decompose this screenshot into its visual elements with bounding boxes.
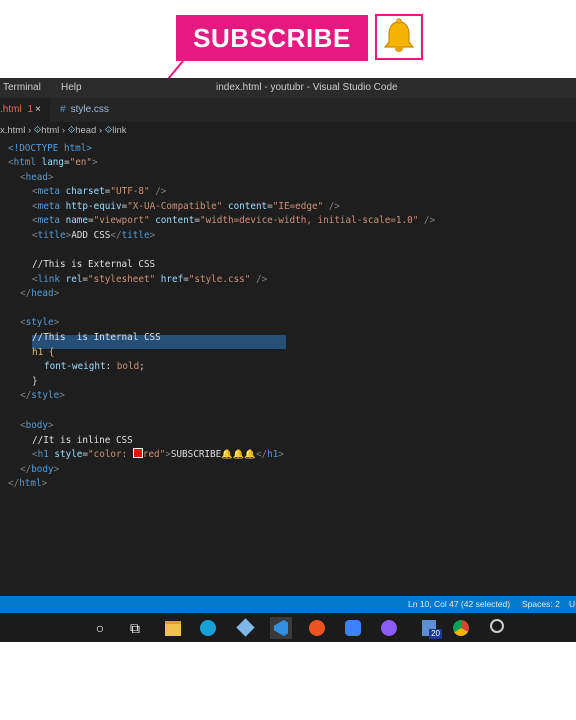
settings-icon[interactable]: [486, 617, 508, 639]
encoding-setting[interactable]: U: [569, 599, 575, 609]
tab-label: .html: [0, 104, 22, 115]
taskbar: ○ ⧉ 20: [0, 613, 576, 642]
code-line: <!DOCTYPE html>: [8, 143, 92, 154]
code-line: font-weight: bold;: [44, 361, 145, 372]
code-line: <style>: [20, 317, 60, 328]
tab-index-html[interactable]: .html 1 ×: [0, 98, 50, 122]
tab-style-css[interactable]: # style.css: [60, 98, 109, 122]
ubuntu-icon[interactable]: [306, 617, 328, 639]
breadcrumb-head[interactable]: head: [75, 125, 96, 136]
app-icon[interactable]: [342, 617, 364, 639]
code-line: </head>: [20, 288, 60, 299]
code-line: h1 {: [32, 347, 55, 358]
calendar-badge: 20: [429, 629, 442, 639]
breadcrumb-file[interactable]: x.html: [0, 125, 25, 136]
code-line: <body>: [20, 420, 54, 431]
3d-viewer-icon[interactable]: [234, 617, 256, 639]
task-view-icon[interactable]: ⧉: [124, 617, 146, 639]
vscode-icon[interactable]: [270, 617, 292, 639]
code-line: <meta http-equiv="X-UA-Compatible" conte…: [32, 201, 340, 212]
code-editor[interactable]: <!DOCTYPE html> <html lang="en"> <head> …: [0, 140, 576, 595]
close-icon[interactable]: ×: [35, 98, 41, 122]
status-bar: Ln 10, Col 47 (42 selected) Spaces: 2 U: [0, 596, 576, 613]
code-line: <meta charset="UTF-8" />: [32, 186, 167, 197]
subscribe-banner[interactable]: SUBSCRIBE: [176, 15, 368, 61]
code-line: <link rel="stylesheet" href="style.css" …: [32, 274, 268, 285]
code-line: }: [32, 376, 38, 387]
code-line: <html lang="en">: [8, 157, 98, 168]
vscode-window: Terminal Help index.html - youtubr - Vis…: [0, 78, 576, 642]
breadcrumb: x.html › ⟐html › ⟐head › ⟐link: [0, 125, 127, 139]
code-line: <title>ADD CSS</title>: [32, 230, 156, 241]
file-explorer-icon[interactable]: [162, 617, 184, 639]
code-line: //It is inline CSS: [32, 435, 133, 446]
calendar-icon[interactable]: 20: [418, 617, 442, 639]
github-icon[interactable]: [378, 617, 400, 639]
title-bar: Terminal Help index.html - youtubr - Vis…: [0, 78, 576, 98]
bell-icon: [383, 18, 415, 52]
tab-label: style.css: [70, 104, 109, 115]
tab-bar: .html 1 × # style.css: [0, 98, 576, 122]
search-icon[interactable]: ○: [89, 617, 111, 639]
chrome-icon[interactable]: [450, 617, 472, 639]
cursor-position[interactable]: Ln 10, Col 47 (42 selected): [408, 599, 510, 609]
code-line: </body>: [20, 464, 60, 475]
window-title: index.html - youtubr - Visual Studio Cod…: [216, 82, 398, 93]
code-line: <meta name="viewport" content="width=dev…: [32, 215, 436, 226]
menu-terminal[interactable]: Terminal: [3, 82, 41, 93]
code-line: <head>: [20, 172, 54, 183]
code-line: <h1 style="color: red">SUBSCRIBE🔔🔔🔔</h1>: [32, 448, 284, 460]
tab-problem-count: 1: [27, 104, 34, 115]
color-swatch[interactable]: [132, 448, 143, 458]
edge-icon[interactable]: [197, 617, 219, 639]
menu-help[interactable]: Help: [61, 82, 82, 93]
indentation-setting[interactable]: Spaces: 2: [522, 599, 560, 609]
css-file-icon: #: [60, 104, 66, 115]
code-line: //This is External CSS: [32, 259, 156, 270]
code-line: </html>: [8, 478, 48, 489]
code-line: </style>: [20, 390, 65, 401]
code-line: //This is Internal CSS: [32, 332, 161, 343]
breadcrumb-link[interactable]: link: [112, 125, 126, 136]
breadcrumb-html[interactable]: html: [41, 125, 59, 136]
bell-button[interactable]: [375, 14, 423, 60]
